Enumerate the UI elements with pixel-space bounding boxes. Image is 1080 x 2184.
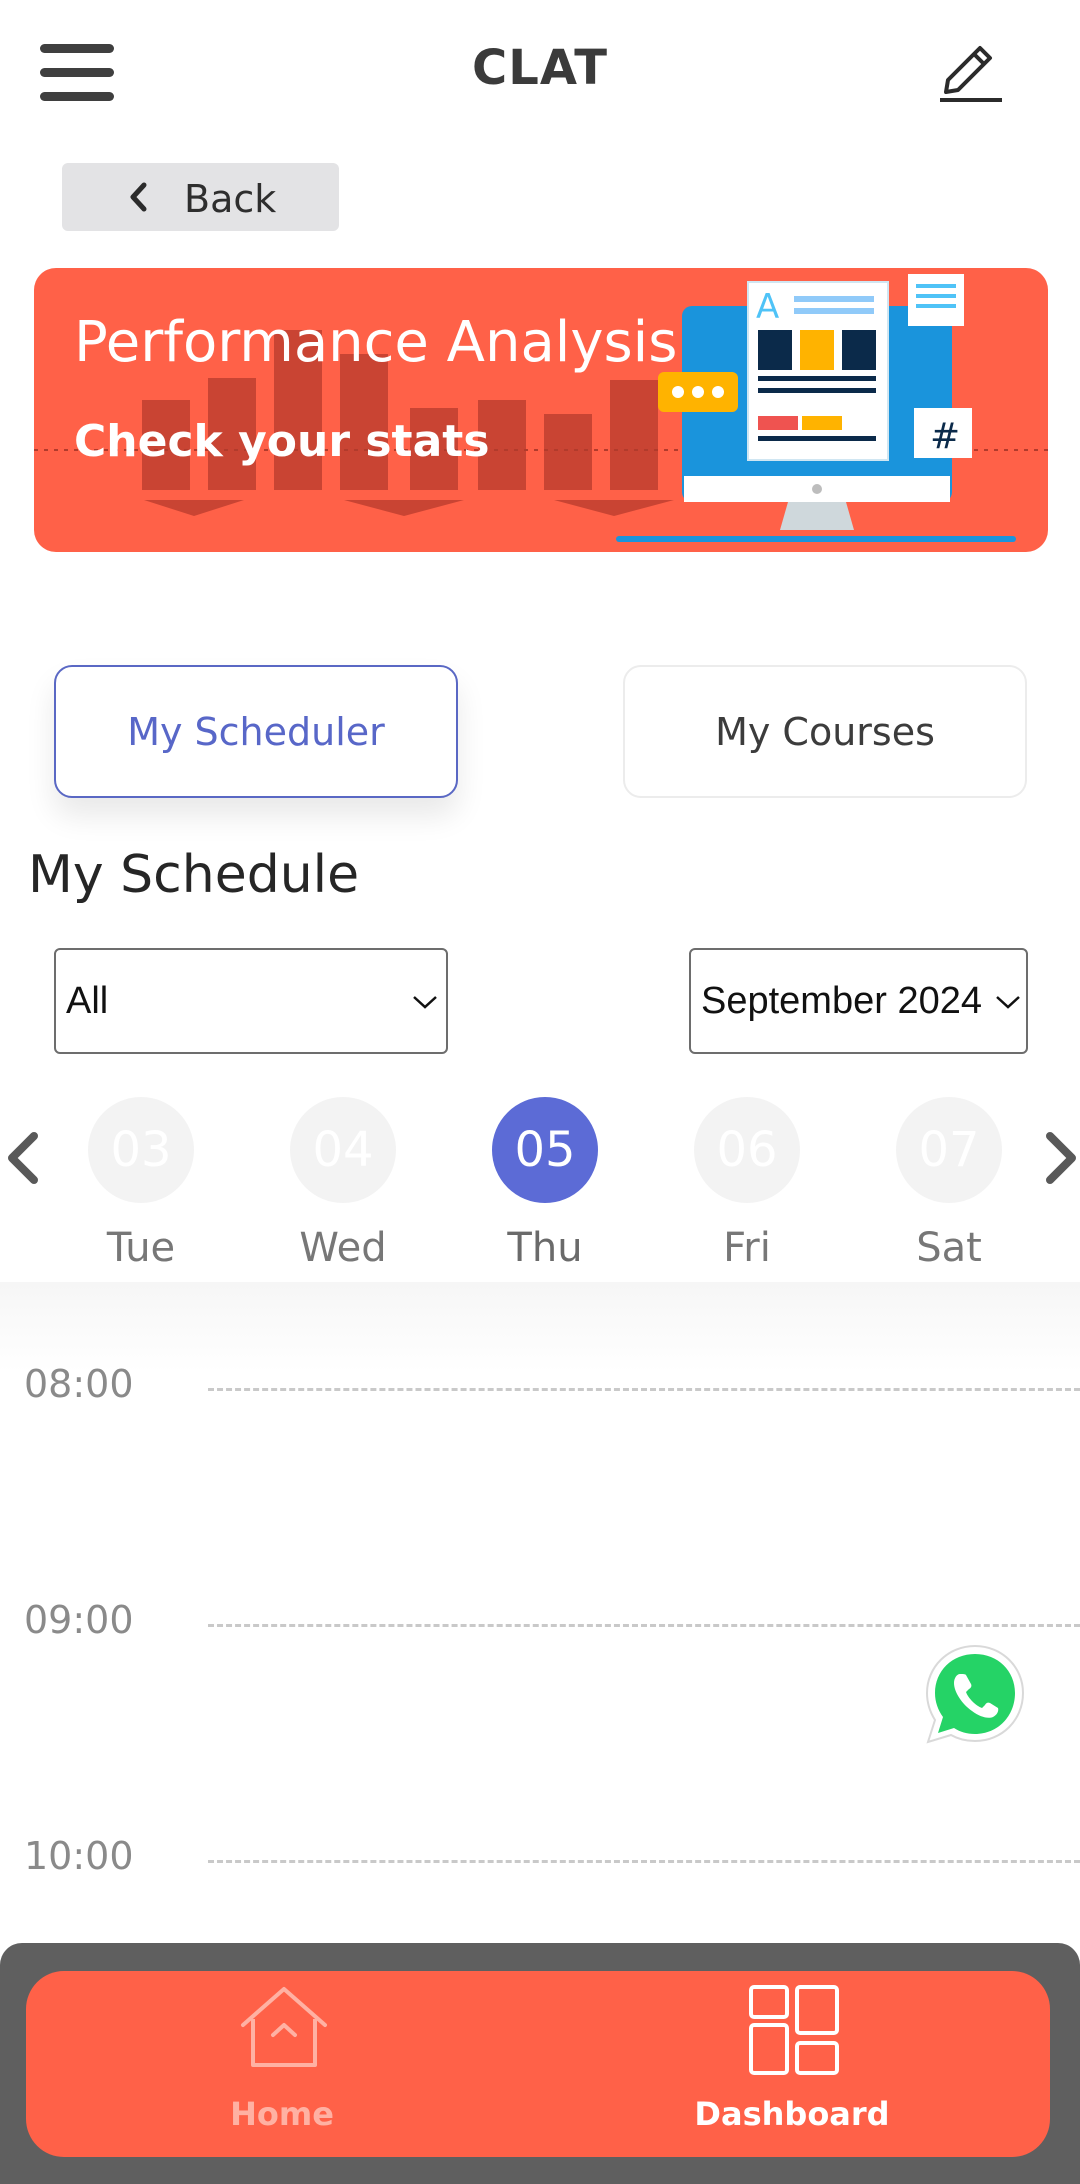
- chevron-right-icon[interactable]: [1042, 1130, 1080, 1186]
- banner-title: Performance Analysis: [74, 310, 678, 375]
- time-divider: [208, 1624, 1080, 1627]
- day-number: 07: [896, 1097, 1002, 1203]
- edit-pencil-icon[interactable]: [936, 38, 1006, 108]
- day-item[interactable]: 03 Tue: [88, 1097, 194, 1271]
- day-number: 04: [290, 1097, 396, 1203]
- day-name: Wed: [299, 1225, 387, 1271]
- tab-my-scheduler[interactable]: My Scheduler: [54, 665, 458, 798]
- day-number: 03: [88, 1097, 194, 1203]
- nav-dashboard-label: Dashboard: [694, 2095, 890, 2133]
- time-divider: [208, 1860, 1080, 1863]
- performance-analysis-banner[interactable]: A # Performance Analysis Check your stat…: [34, 268, 1048, 552]
- chevron-down-icon: [413, 996, 437, 1009]
- filter-select[interactable]: All: [54, 948, 448, 1054]
- day-number: 05: [492, 1097, 598, 1203]
- bottom-nav-bar: Home Dashboard: [26, 1971, 1050, 2157]
- time-label: 08:00: [24, 1362, 134, 1406]
- svg-text:A: A: [756, 287, 779, 327]
- page-title: CLAT: [472, 40, 608, 96]
- schedule-timeline[interactable]: 08:00 09:00 10:00: [0, 1282, 1080, 1942]
- day-name: Fri: [723, 1225, 771, 1271]
- day-name: Tue: [106, 1225, 176, 1271]
- month-select-value: September 2024: [701, 980, 982, 1022]
- chevron-left-icon: [130, 182, 147, 212]
- bottom-navigation: Home Dashboard: [0, 1943, 1080, 2184]
- time-label: 10:00: [24, 1834, 134, 1878]
- filter-select-value: All: [66, 980, 109, 1022]
- day-item-selected[interactable]: 05 Thu: [492, 1097, 598, 1271]
- day-number: 06: [694, 1097, 800, 1203]
- banner-subtitle: Check your stats: [74, 416, 490, 467]
- back-button[interactable]: Back: [62, 163, 339, 231]
- home-icon: [241, 1987, 327, 2067]
- section-title: My Schedule: [28, 845, 360, 905]
- dashboard-grid-icon: [749, 1985, 839, 2075]
- back-label: Back: [184, 177, 277, 221]
- nav-dashboard[interactable]: Dashboard: [642, 1971, 942, 2157]
- day-item[interactable]: 07 Sat: [896, 1097, 1002, 1271]
- time-label: 09:00: [24, 1598, 134, 1642]
- app-header: CLAT: [0, 0, 1080, 140]
- whatsapp-icon[interactable]: [920, 1640, 1030, 1750]
- chevron-left-icon[interactable]: [2, 1130, 42, 1186]
- tab-my-courses[interactable]: My Courses: [623, 665, 1027, 798]
- chevron-down-icon: [996, 996, 1020, 1009]
- nav-home-label: Home: [230, 2095, 334, 2133]
- day-item[interactable]: 04 Wed: [290, 1097, 396, 1271]
- time-divider: [208, 1388, 1080, 1391]
- day-name: Sat: [916, 1225, 982, 1271]
- day-name: Thu: [507, 1225, 583, 1271]
- day-item[interactable]: 06 Fri: [694, 1097, 800, 1271]
- month-select[interactable]: September 2024: [689, 948, 1028, 1054]
- nav-home[interactable]: Home: [132, 1971, 432, 2157]
- svg-text:#: #: [930, 416, 960, 457]
